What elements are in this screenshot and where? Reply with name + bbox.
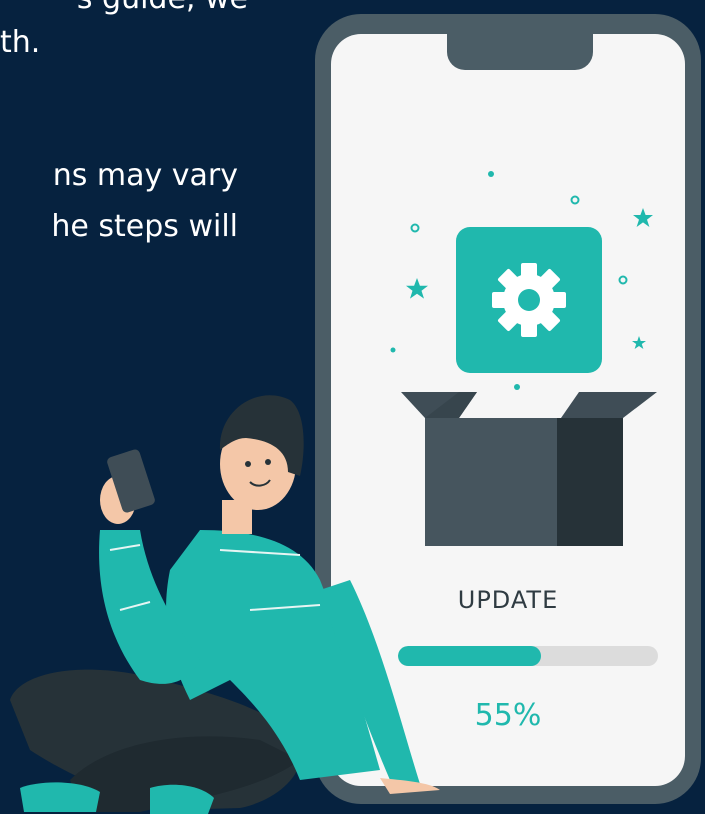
star-sparkle-icon	[406, 278, 428, 299]
dot-sparkle-icon	[488, 171, 494, 177]
gear-app-icon	[456, 227, 602, 373]
ring-sparkle-icon	[618, 275, 628, 285]
star-sparkle-icon	[633, 208, 653, 227]
text-line: s guide, we	[77, 0, 248, 20]
ring-sparkle-icon	[570, 195, 580, 205]
dot-sparkle-icon	[514, 384, 520, 390]
person-with-phone-illustration	[10, 395, 440, 814]
guide-text-fragment: s guide, we th. ns may vary he steps wil…	[0, 0, 290, 300]
star-sparkle-icon	[632, 336, 646, 349]
text-line: ns may vary	[52, 158, 238, 193]
text-line: he steps will	[51, 209, 238, 244]
text-line: th.	[0, 25, 41, 60]
dot-sparkle-icon	[390, 347, 396, 353]
ring-sparkle-icon	[410, 223, 420, 233]
gear-icon	[492, 263, 566, 337]
